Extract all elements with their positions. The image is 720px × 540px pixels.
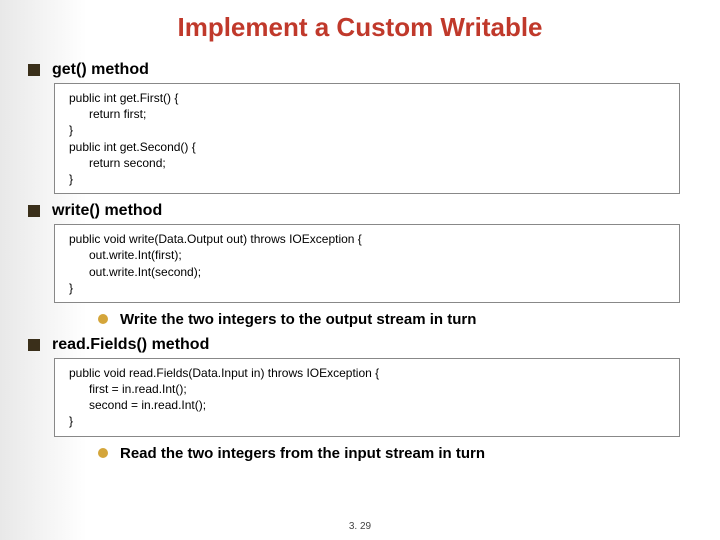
bullet-readfields: read.Fields() method xyxy=(28,336,692,354)
bullet-label-write: write() method xyxy=(52,202,162,220)
page-title: Implement a Custom Writable xyxy=(0,0,720,43)
section-get: get() method public int get.First() { re… xyxy=(28,61,692,194)
code-box-write: public void write(Data.Output out) throw… xyxy=(54,224,680,303)
disc-bullet-icon xyxy=(98,448,108,458)
sub-label-write: Write the two integers to the output str… xyxy=(120,311,476,328)
slide-number: 3. 29 xyxy=(0,521,720,532)
square-bullet-icon xyxy=(28,339,40,351)
bullet-label-readfields: read.Fields() method xyxy=(52,336,209,354)
bullet-get: get() method xyxy=(28,61,692,79)
sub-label-readfields: Read the two integers from the input str… xyxy=(120,445,485,462)
code-box-readfields: public void read.Fields(Data.Input in) t… xyxy=(54,358,680,437)
slide: Implement a Custom Writable get() method… xyxy=(0,0,720,540)
section-write: write() method public void write(Data.Ou… xyxy=(28,202,692,328)
section-readfields: read.Fields() method public void read.Fi… xyxy=(28,336,692,462)
square-bullet-icon xyxy=(28,205,40,217)
code-box-get: public int get.First() { return first; }… xyxy=(54,83,680,194)
sub-bullet-write: Write the two integers to the output str… xyxy=(98,311,692,328)
content-area: get() method public int get.First() { re… xyxy=(0,61,720,462)
disc-bullet-icon xyxy=(98,314,108,324)
square-bullet-icon xyxy=(28,64,40,76)
sub-bullet-readfields: Read the two integers from the input str… xyxy=(98,445,692,462)
bullet-write: write() method xyxy=(28,202,692,220)
bullet-label-get: get() method xyxy=(52,61,149,79)
